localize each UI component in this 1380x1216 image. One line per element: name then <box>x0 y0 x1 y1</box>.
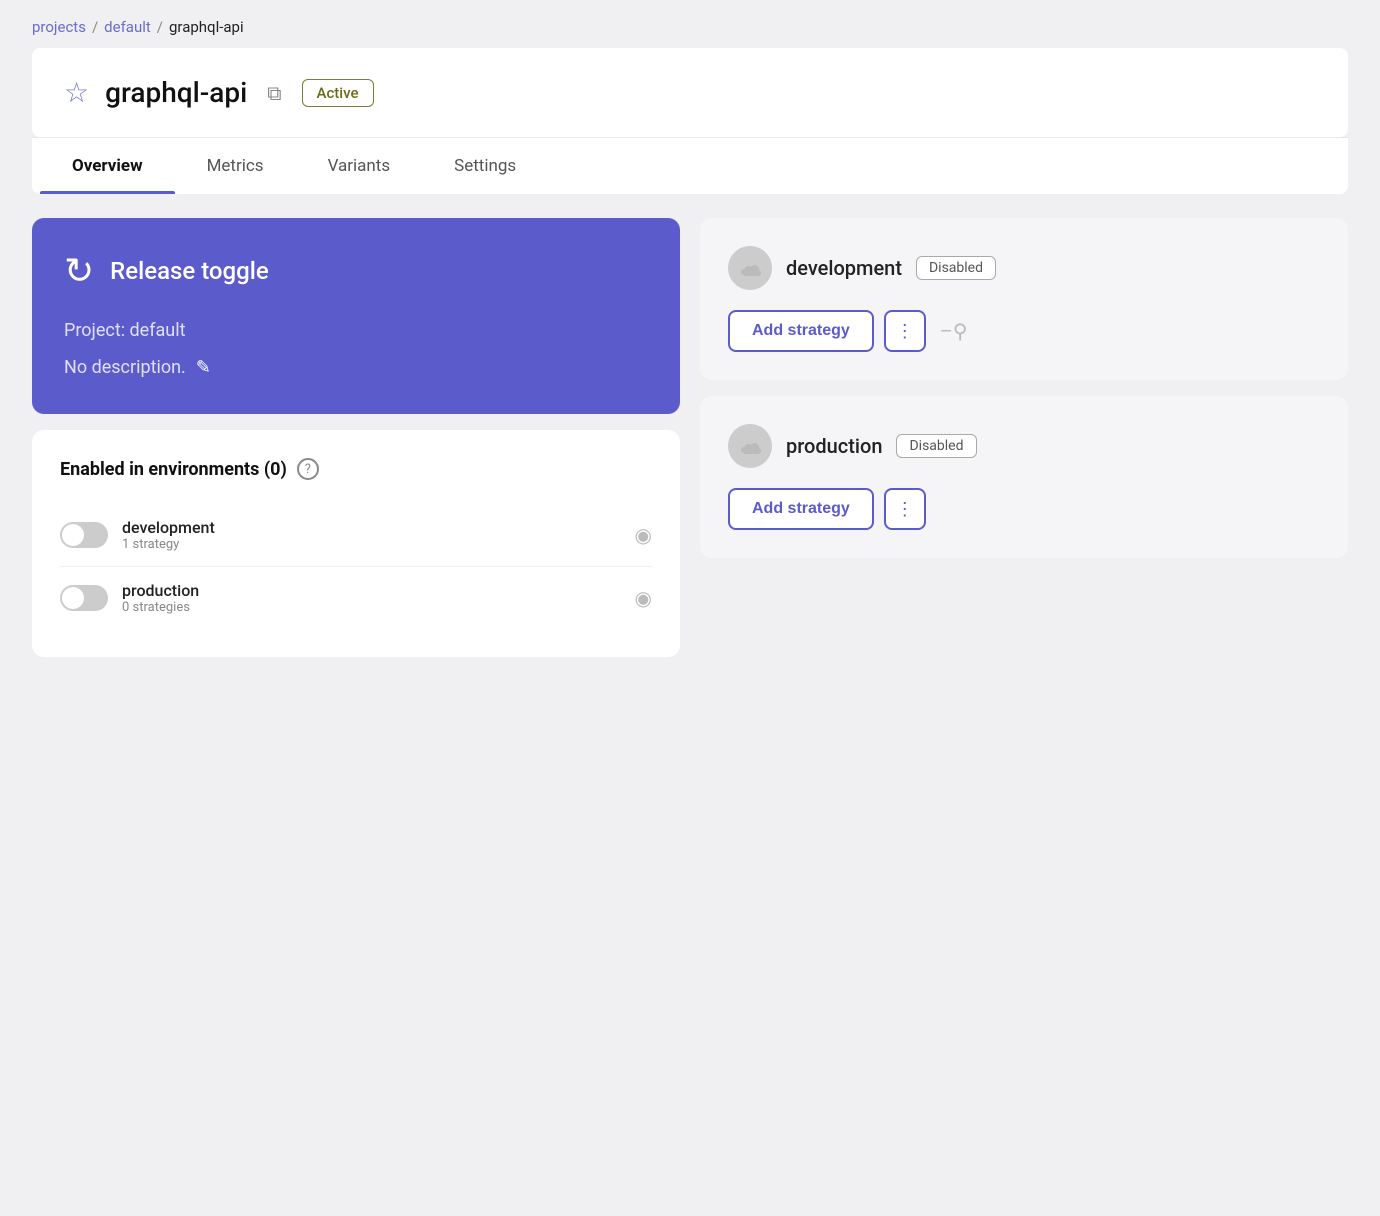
environments-title: Enabled in environments (0) <box>60 459 287 480</box>
toggle-development[interactable] <box>60 522 108 548</box>
env-info-production: production 0 strategies <box>122 581 621 615</box>
env-strategy-actions-development: Add strategy ⋮ –⚲ <box>728 310 1320 352</box>
tab-overview[interactable]: Overview <box>40 138 175 194</box>
breadcrumb-projects[interactable]: projects <box>32 18 86 36</box>
more-button-production[interactable]: ⋮ <box>884 488 926 530</box>
lock-icon-development[interactable]: –⚲ <box>940 319 968 343</box>
copy-icon[interactable]: ⧉ <box>267 81 281 105</box>
add-strategy-button-production[interactable]: Add strategy <box>728 488 874 530</box>
tab-settings[interactable]: Settings <box>422 138 548 194</box>
header-card: ☆ graphql-api ⧉ Active <box>32 48 1348 137</box>
breadcrumb-default[interactable]: default <box>104 18 151 36</box>
help-icon[interactable]: ? <box>297 458 319 480</box>
add-strategy-button-development[interactable]: Add strategy <box>728 310 874 352</box>
env-strategy-name-development: development <box>786 256 902 280</box>
env-strategy-card-development: development Disabled Add strategy ⋮ –⚲ <box>700 218 1348 380</box>
environments-header: Enabled in environments (0) ? <box>60 458 652 480</box>
more-button-development[interactable]: ⋮ <box>884 310 926 352</box>
tabs-bar: Overview Metrics Variants Settings <box>32 137 1348 194</box>
env-strategy-card-production: production Disabled Add strategy ⋮ <box>700 396 1348 558</box>
left-column: ↻ Release toggle Project: default No des… <box>32 218 680 657</box>
toggle-project: Project: default <box>64 320 648 341</box>
toggle-title: Release toggle <box>110 257 269 285</box>
toggle-production[interactable] <box>60 585 108 611</box>
status-badge: Active <box>302 79 374 107</box>
toggle-info-card: ↻ Release toggle Project: default No des… <box>32 218 680 414</box>
env-info-development: development 1 strategy <box>122 518 621 552</box>
env-strategy-header-development: development Disabled <box>728 246 1320 290</box>
disabled-badge-production: Disabled <box>896 434 976 458</box>
env-name-production: production <box>122 581 621 600</box>
page-title: graphql-api <box>105 76 247 109</box>
disabled-badge-development: Disabled <box>916 256 996 280</box>
eye-icon-production[interactable]: ◉ <box>635 586 652 610</box>
env-strategy-actions-production: Add strategy ⋮ <box>728 488 1320 530</box>
toggle-info-header: ↻ Release toggle <box>64 250 648 292</box>
breadcrumb: projects / default / graphql-api <box>0 0 1380 48</box>
env-strategy-header-production: production Disabled <box>728 424 1320 468</box>
right-column: development Disabled Add strategy ⋮ –⚲ p… <box>700 218 1348 558</box>
env-strategy-development: 1 strategy <box>122 537 621 552</box>
env-strategy-name-production: production <box>786 434 882 458</box>
cloud-icon-production <box>728 424 772 468</box>
tab-variants[interactable]: Variants <box>296 138 423 194</box>
eye-icon-development[interactable]: ◉ <box>635 523 652 547</box>
breadcrumb-sep2: / <box>157 18 163 36</box>
breadcrumb-sep1: / <box>92 18 98 36</box>
breadcrumb-current: graphql-api <box>169 18 244 36</box>
env-row-development: development 1 strategy ◉ <box>60 504 652 567</box>
env-name-development: development <box>122 518 621 537</box>
environments-card: Enabled in environments (0) ? developmen… <box>32 430 680 657</box>
star-icon[interactable]: ☆ <box>64 76 89 109</box>
refresh-icon: ↻ <box>64 250 94 292</box>
cloud-icon-development <box>728 246 772 290</box>
edit-description-icon[interactable]: ✎ <box>196 357 211 378</box>
toggle-description: No description. ✎ <box>64 357 648 378</box>
env-strategy-production: 0 strategies <box>122 600 621 615</box>
env-row-production: production 0 strategies ◉ <box>60 567 652 629</box>
tab-metrics[interactable]: Metrics <box>175 138 296 194</box>
main-content: ↻ Release toggle Project: default No des… <box>0 194 1380 681</box>
